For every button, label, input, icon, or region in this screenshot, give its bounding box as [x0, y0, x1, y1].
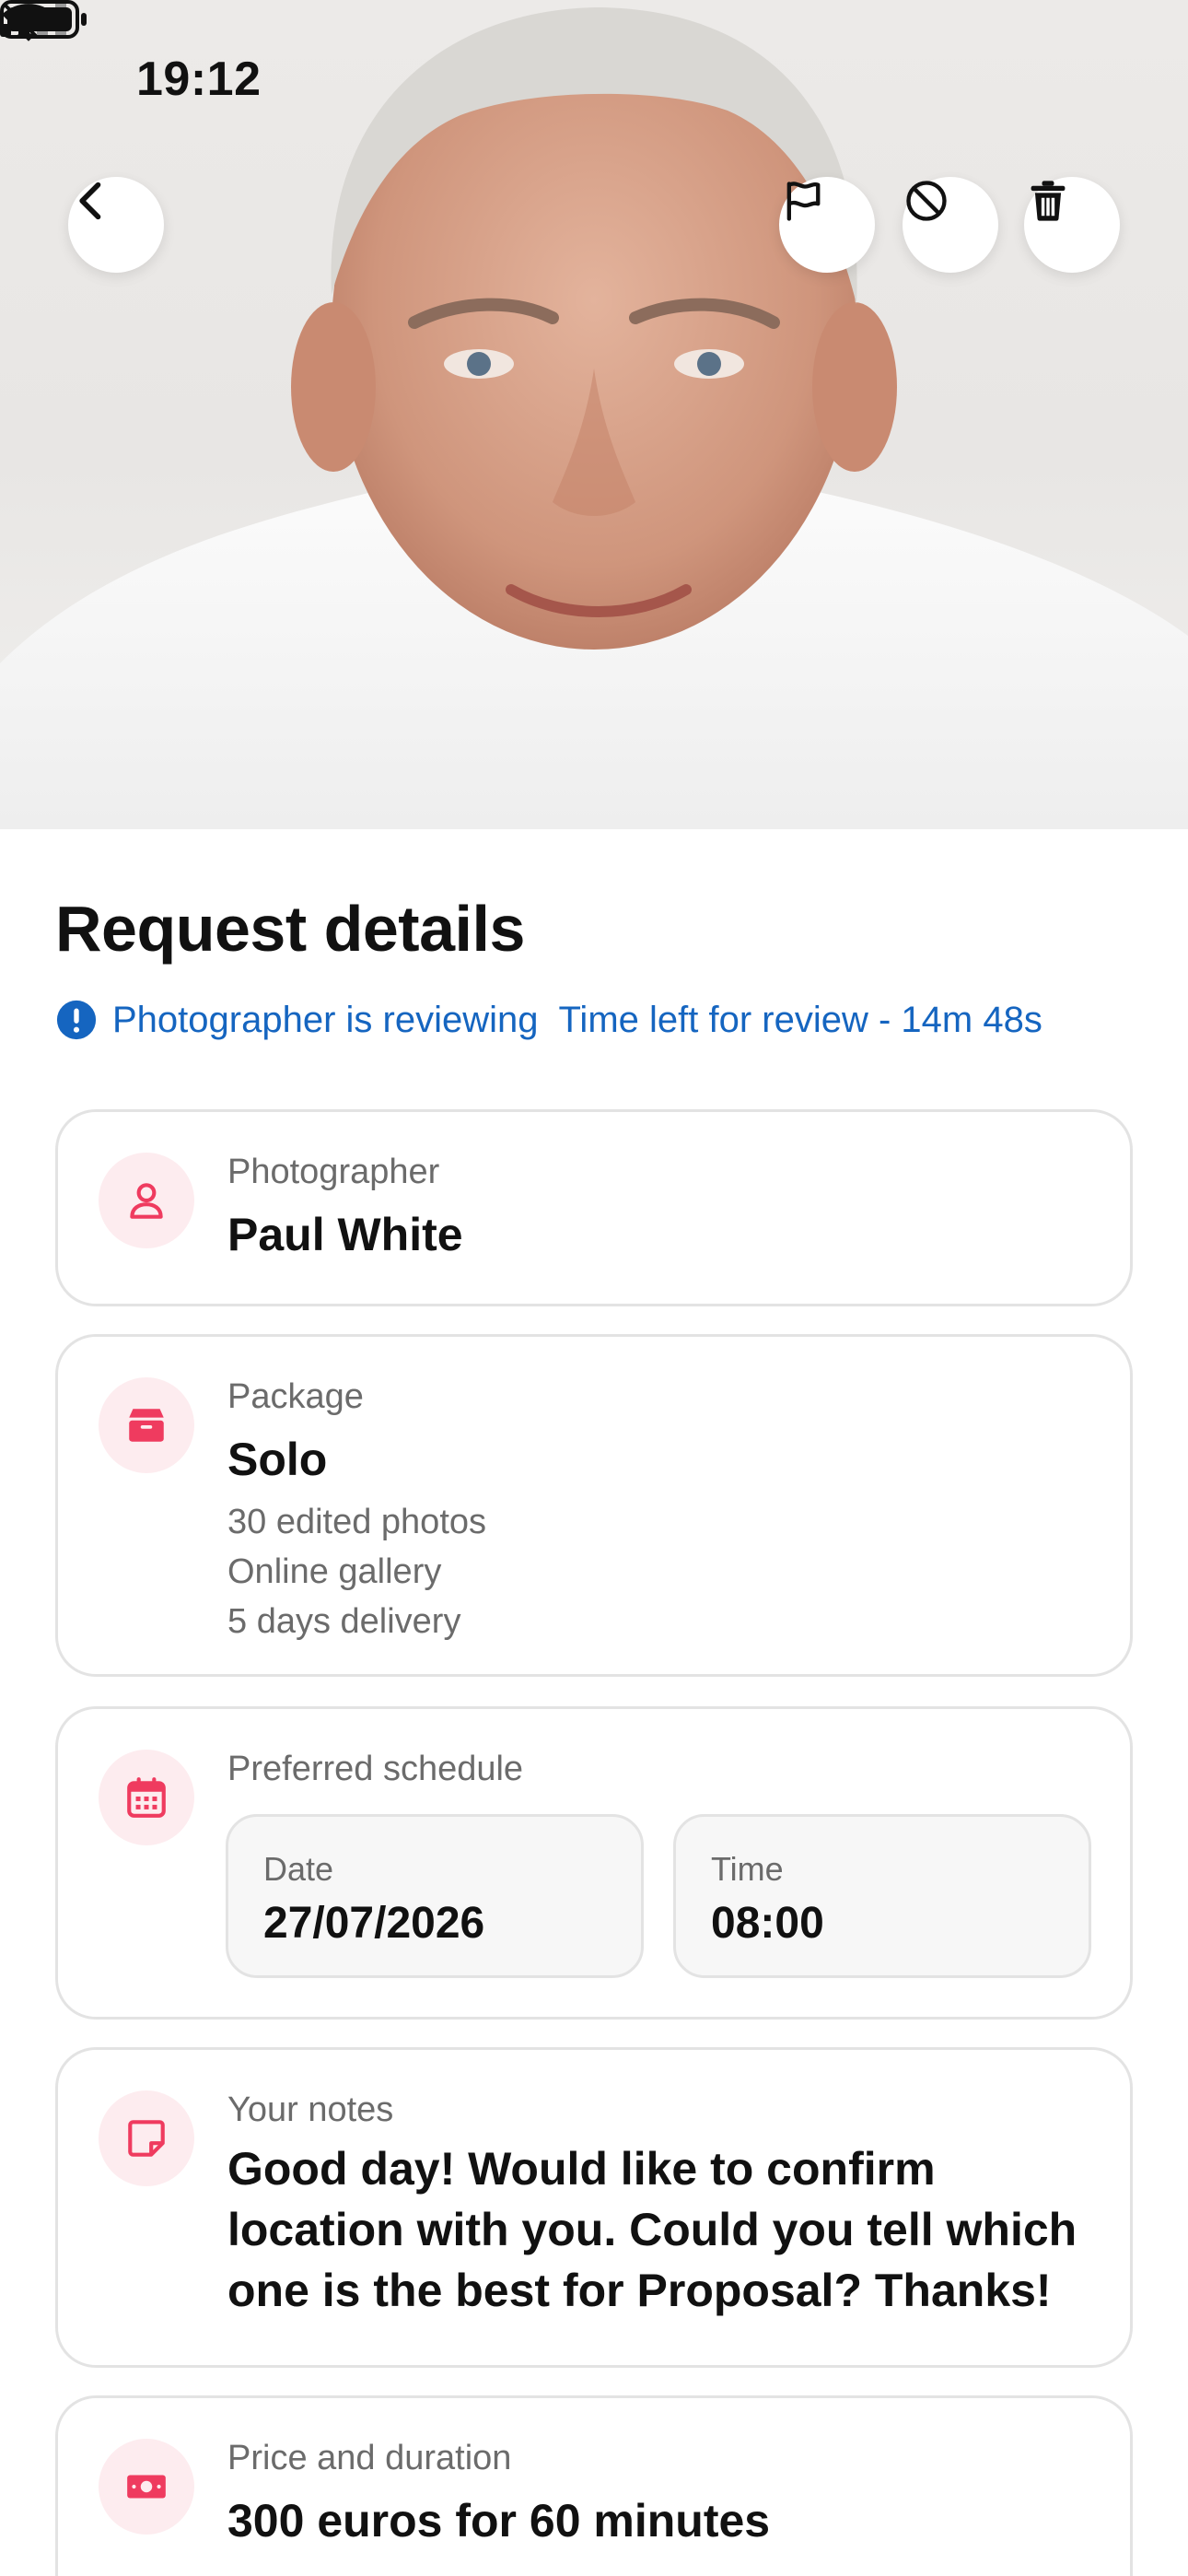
notes-icon-badge	[99, 2090, 194, 2186]
chevron-left-icon	[79, 181, 101, 220]
price-label: Price and duration	[227, 2439, 512, 2477]
status-bar: 19:12	[0, 0, 1188, 157]
price-card[interactable]: Price and duration 300 euros for 60 minu…	[55, 2395, 1133, 2576]
block-icon	[906, 181, 947, 221]
battery-icon	[0, 0, 87, 39]
box-icon	[129, 1409, 164, 1442]
person-icon	[130, 1183, 163, 1219]
trash-icon	[1031, 181, 1066, 221]
profile-photo: 19:12	[0, 0, 1188, 829]
review-status: Photographer is reviewing Time left for …	[55, 997, 1042, 1043]
notes-text: Good day! Would like to confirm location…	[227, 2143, 1077, 2316]
photographer-label: Photographer	[227, 1153, 440, 1191]
price-icon-badge	[99, 2439, 194, 2535]
back-button[interactable]	[68, 177, 164, 273]
status-time: 19:12	[136, 53, 262, 106]
banknote-icon	[127, 2475, 166, 2499]
schedule-icon-badge	[99, 1750, 194, 1845]
notes-label: Your notes	[227, 2090, 394, 2129]
block-button[interactable]	[903, 177, 998, 273]
request-details-sheet: Request details Photographer is reviewin…	[0, 829, 1188, 2576]
package-card[interactable]: Package Solo 30 edited photos Online gal…	[55, 1334, 1133, 1677]
package-feature: 30 edited photos	[227, 1503, 487, 1541]
date-value: 27/07/2026	[263, 1899, 485, 1948]
note-icon	[128, 2120, 165, 2157]
photographer-icon-badge	[99, 1153, 194, 1248]
flag-icon	[786, 181, 821, 221]
time-field[interactable]: Time 08:00	[673, 1814, 1091, 1978]
delete-button[interactable]	[1024, 177, 1120, 273]
time-label: Time	[711, 1850, 784, 1888]
schedule-card: Preferred schedule Date 27/07/2026 Time …	[55, 1706, 1133, 2020]
calendar-icon	[127, 1777, 166, 1818]
package-icon-badge	[99, 1377, 194, 1473]
photographer-card[interactable]: Photographer Paul White	[55, 1109, 1133, 1306]
photographer-name: Paul White	[227, 1209, 463, 1260]
price-value: 300 euros for 60 minutes	[227, 2495, 771, 2547]
report-button[interactable]	[779, 177, 875, 273]
package-label: Package	[227, 1377, 364, 1416]
review-time-left: Time left for review - 14m 48s	[558, 999, 1042, 1040]
notes-card[interactable]: Your notes Good day! Would like to confi…	[55, 2047, 1133, 2368]
page-title: Request details	[55, 893, 525, 965]
date-field[interactable]: Date 27/07/2026	[226, 1814, 644, 1978]
package-name: Solo	[227, 1434, 328, 1485]
schedule-label: Preferred schedule	[227, 1750, 524, 1788]
package-feature: Online gallery	[227, 1552, 442, 1591]
time-value: 08:00	[711, 1899, 824, 1948]
date-label: Date	[263, 1850, 334, 1888]
review-status-text: Photographer is reviewing	[112, 999, 539, 1040]
exclamation-circle-icon	[56, 1000, 97, 1040]
package-feature: 5 days delivery	[227, 1602, 461, 1641]
